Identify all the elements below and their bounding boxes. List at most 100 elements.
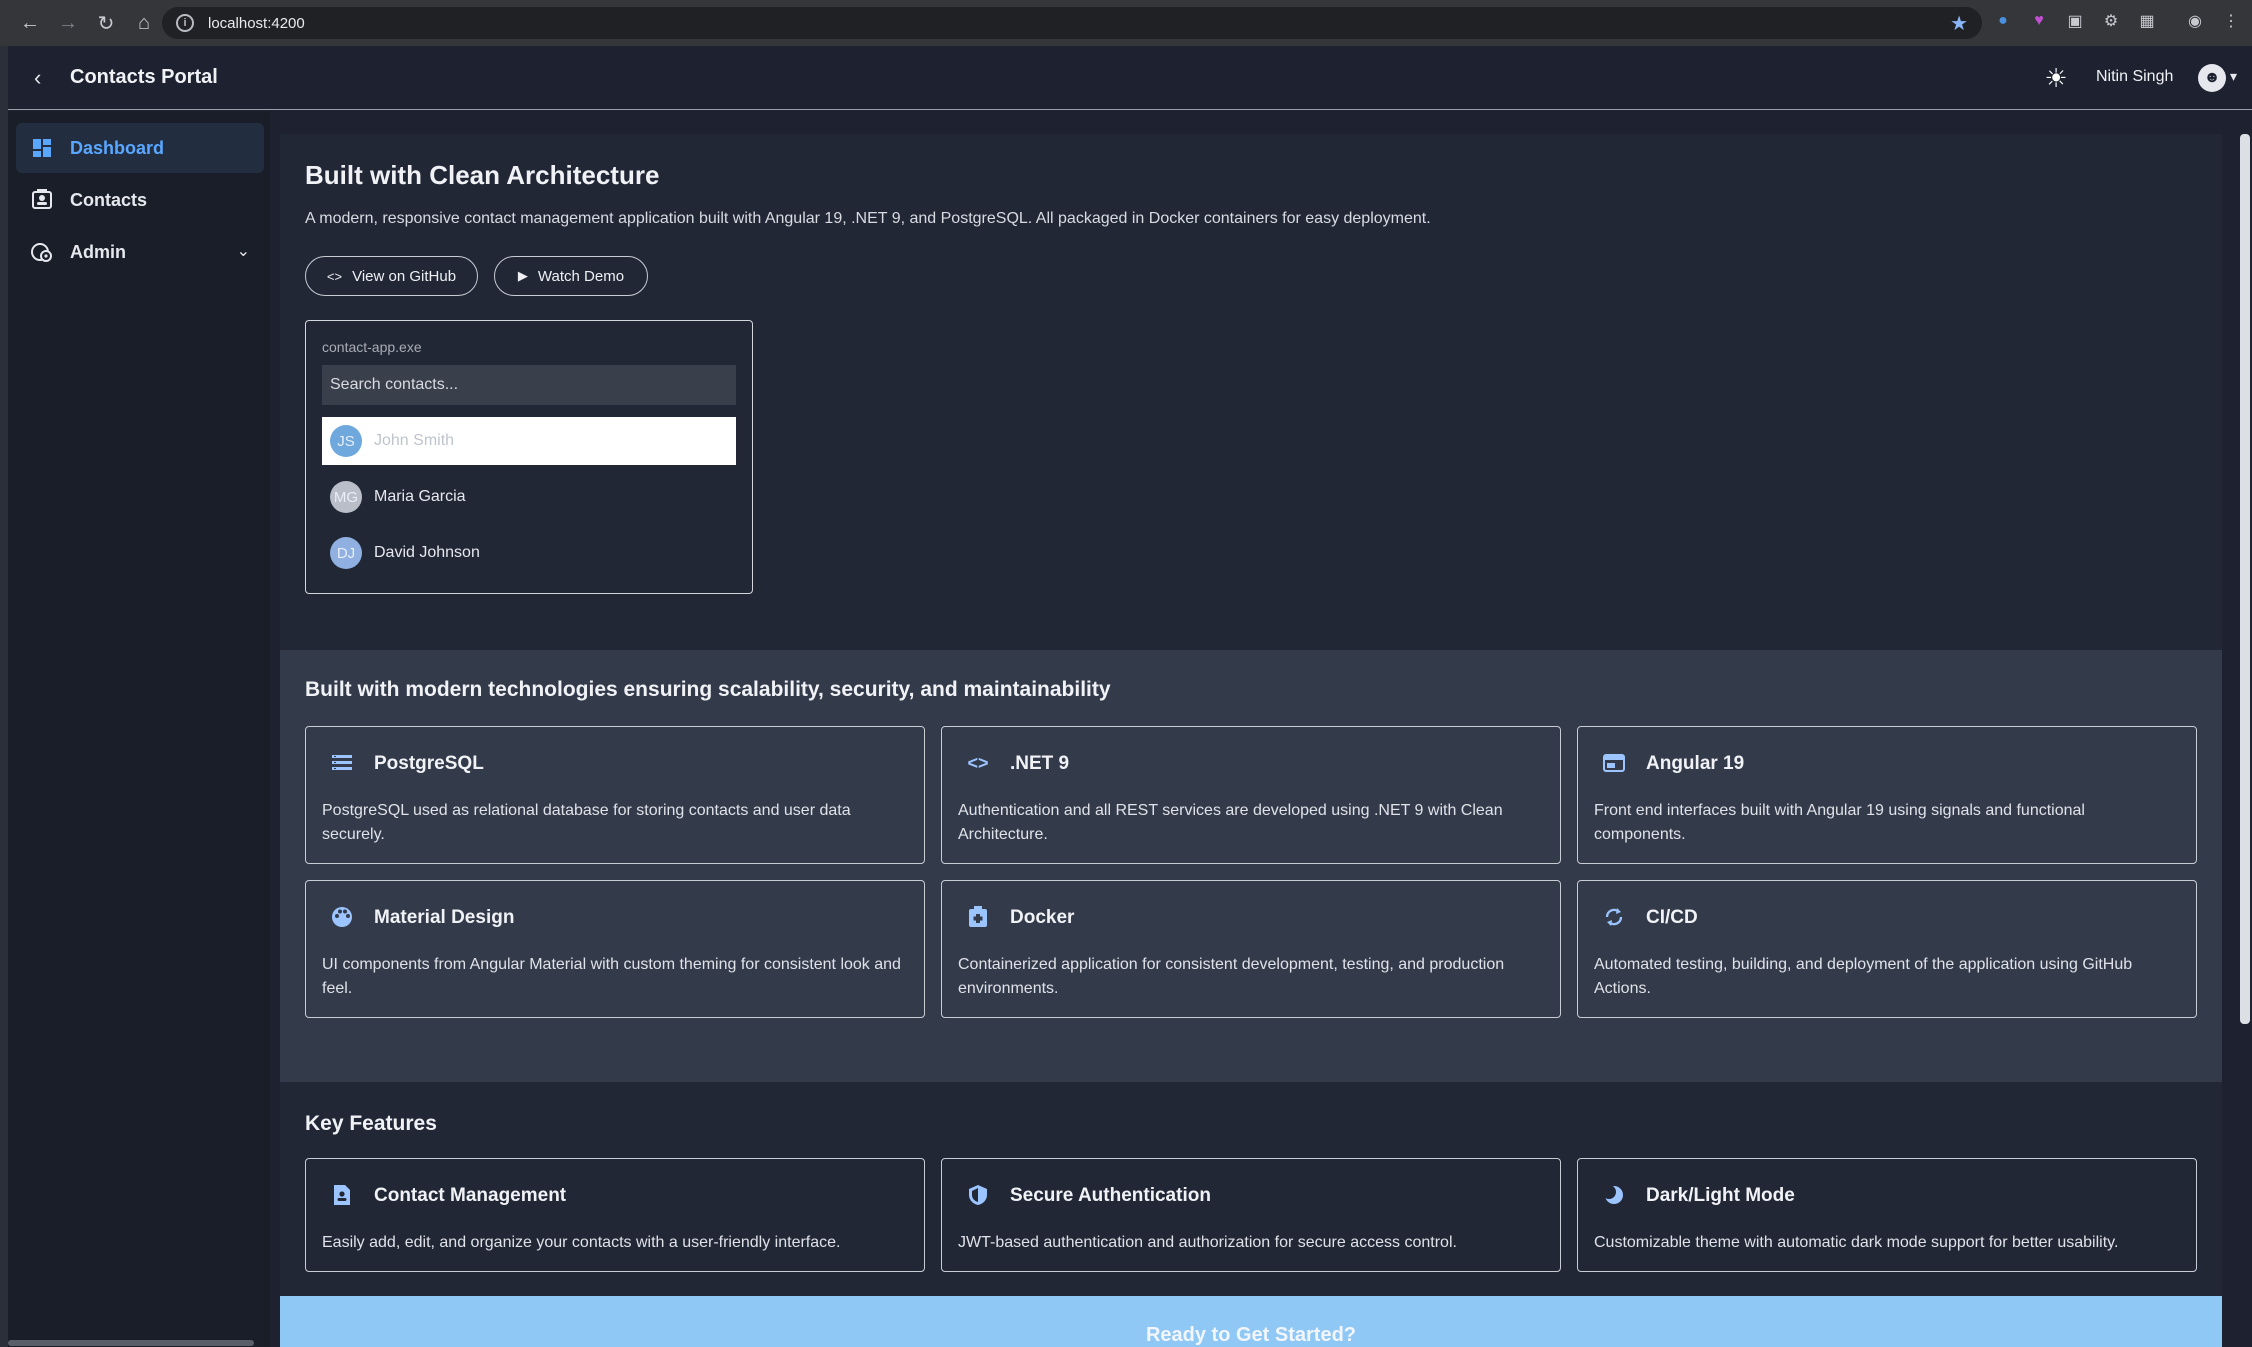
card-description: PostgreSQL used as relational database f… (322, 802, 851, 843)
card-title: .NET 9 (1010, 753, 1070, 774)
tech-section: Built with modern technologies ensuring … (280, 650, 2222, 1082)
tech-card-postgresql: PostgreSQL PostgreSQL used as relational… (305, 726, 925, 864)
bookmark-star-icon[interactable]: ★ (1950, 11, 1968, 36)
contact-page-icon (330, 1183, 354, 1207)
avatar: MG (330, 481, 362, 513)
sidebar: Dashboard Contacts Admin ⌄ (8, 111, 270, 1347)
features-section: Key Features Contact Management Easily a… (280, 1082, 2222, 1299)
hero-section: Built with Clean Architecture A modern, … (280, 134, 2222, 650)
avatar: DJ (330, 537, 362, 569)
sidebar-item-label: Contacts (70, 189, 148, 210)
hero-description: A modern, responsive contact management … (305, 210, 1431, 227)
extension-window-icon[interactable]: ▣ (2062, 8, 2088, 34)
play-icon: ▶ (517, 268, 528, 283)
code-icon: <> (326, 268, 343, 284)
contact-name: Maria Garcia (374, 488, 466, 505)
card-title: CI/CD (1646, 907, 1698, 928)
demo-window-caption: contact-app.exe (322, 339, 422, 355)
moon-icon (1602, 1183, 1626, 1207)
chevron-left-icon[interactable]: ‹ (34, 66, 58, 90)
card-description: Easily add, edit, and organize your cont… (322, 1234, 841, 1251)
card-title: PostgreSQL (374, 753, 484, 774)
docker-icon (966, 905, 990, 929)
page-title: Contacts Portal (70, 66, 218, 88)
card-description: JWT-based authentication and authorizati… (958, 1234, 1457, 1251)
card-title: Contact Management (374, 1185, 567, 1206)
card-title: Material Design (374, 907, 515, 928)
demo-window: contact-app.exe JS John Smith MG Maria G… (305, 320, 753, 594)
view-github-label: View on GitHub (352, 267, 457, 285)
palette-icon (330, 905, 354, 929)
back-arrow-icon[interactable]: ← (12, 5, 48, 41)
profile-avatar-icon[interactable]: ◉ (2182, 8, 2208, 34)
extension-heart-icon[interactable]: ♥ (2026, 8, 2052, 34)
section-title: Built with modern technologies ensuring … (305, 678, 1111, 701)
tech-card-cicd: CI/CD Automated testing, building, and d… (1577, 880, 2197, 1018)
avatar: JS (330, 425, 362, 457)
feature-card-secure-authentication: Secure Authentication JWT-based authenti… (941, 1158, 1561, 1272)
browser-menu-icon[interactable]: ⋮ (2218, 8, 2244, 34)
sidebar-item-label: Dashboard (70, 137, 165, 158)
sidebar-item-admin[interactable]: Admin ⌄ (16, 227, 264, 277)
list-item[interactable]: DJ David Johnson (322, 529, 736, 577)
card-title: Docker (1010, 907, 1075, 928)
site-info-icon[interactable]: i (176, 14, 194, 32)
card-description: UI components from Angular Material with… (322, 956, 901, 997)
tech-card-angular: Angular 19 Front end interfaces built wi… (1577, 726, 2197, 864)
tech-card-material: Material Design UI components from Angul… (305, 880, 925, 1018)
extensions-puzzle-icon[interactable]: ▦ (2134, 8, 2160, 34)
user-name[interactable]: Nitin Singh (2096, 68, 2173, 86)
view-github-button[interactable]: <> View on GitHub (305, 256, 478, 296)
cta-section: Ready to Get Started? (280, 1296, 2222, 1347)
admin-icon (30, 240, 54, 264)
card-title: Angular 19 (1646, 753, 1745, 774)
sync-icon (1602, 905, 1626, 929)
sun-icon[interactable]: ☀ (2042, 64, 2070, 92)
scrollbar-thumb[interactable] (2240, 134, 2250, 1024)
card-description: Customizable theme with automatic dark m… (1594, 1234, 2119, 1251)
code-icon: <> (967, 752, 989, 773)
hero-title: Built with Clean Architecture (305, 160, 660, 190)
feature-card-contact-management: Contact Management Easily add, edit, and… (305, 1158, 925, 1272)
tech-card-docker: Docker Containerized application for con… (941, 880, 1561, 1018)
card-description: Authentication and all REST services are… (958, 802, 1503, 843)
tech-card-dotnet: <> .NET 9 Authentication and all REST se… (941, 726, 1561, 864)
app-header: ‹ Contacts Portal ☀ Nitin Singh ☻ ▾ (8, 46, 2252, 110)
list-item[interactable]: JS John Smith (322, 417, 736, 465)
extension-gear-icon[interactable]: ⚙ (2098, 8, 2124, 34)
reload-icon[interactable]: ↻ (88, 5, 124, 41)
card-description: Containerized application for consistent… (958, 956, 1505, 997)
extension-pin-icon[interactable]: ● (1990, 8, 2016, 34)
card-title: Dark/Light Mode (1646, 1185, 1795, 1206)
extensions-row: ● ♥ ▣ ⚙ ▦ ◉ ⋮ (1990, 8, 2244, 34)
dashboard-icon (30, 136, 54, 160)
watch-demo-button[interactable]: ▶ Watch Demo (494, 256, 648, 296)
forward-arrow-icon[interactable]: → (50, 5, 86, 41)
search-input[interactable] (322, 365, 736, 405)
cta-title: Ready to Get Started? (1145, 1324, 1357, 1346)
card-description: Front end interfaces built with Angular … (1594, 802, 2085, 843)
database-icon (330, 751, 354, 775)
contacts-icon (30, 188, 54, 212)
sidebar-scrollbar[interactable] (8, 1340, 254, 1346)
list-item[interactable]: MG Maria Garcia (322, 473, 736, 521)
window-edge (0, 46, 8, 1347)
main-content: Built with Clean Architecture A modern, … (280, 134, 2222, 1347)
sidebar-item-dashboard[interactable]: Dashboard (16, 123, 264, 173)
address-bar[interactable]: i localhost:4200 ★ (162, 7, 1982, 39)
web-icon (1602, 751, 1626, 775)
home-icon[interactable]: ⌂ (126, 5, 162, 41)
section-title: Key Features (305, 1112, 437, 1135)
shield-icon (966, 1183, 990, 1207)
sidebar-item-label: Admin (70, 241, 126, 262)
chevron-down-icon[interactable]: ⌄ (237, 241, 250, 261)
card-title: Secure Authentication (1010, 1185, 1211, 1206)
caret-down-icon[interactable]: ▾ (2230, 68, 2237, 85)
card-description: Automated testing, building, and deploym… (1594, 956, 2133, 997)
contact-name: David Johnson (374, 544, 480, 561)
account-circle-icon[interactable]: ☻ (2198, 64, 2226, 92)
url-text: localhost:4200 (208, 14, 305, 32)
sidebar-item-contacts[interactable]: Contacts (16, 175, 264, 225)
watch-demo-label: Watch Demo (537, 267, 625, 285)
contact-name: John Smith (374, 432, 455, 449)
